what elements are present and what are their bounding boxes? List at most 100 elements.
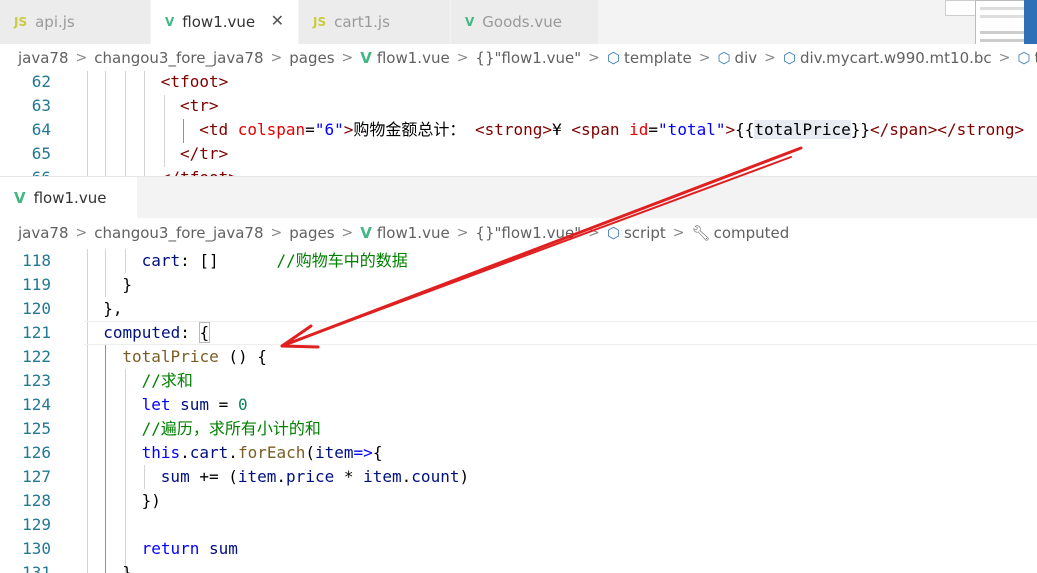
close-icon[interactable]: ✕ bbox=[271, 11, 284, 30]
cube-icon: ⬡ bbox=[717, 48, 731, 67]
chevron-right-icon: > bbox=[672, 224, 685, 241]
chevron-right-icon: > bbox=[75, 224, 88, 241]
breadcrumb-item[interactable]: flow1.vue bbox=[377, 224, 450, 242]
code-text: //遍历，求所有小计的和 bbox=[141, 419, 321, 438]
line-number: 129 bbox=[22, 515, 51, 534]
chevron-right-icon: > bbox=[456, 224, 469, 241]
code-line[interactable]: 66 </tfoot> bbox=[0, 166, 1037, 176]
breadcrumb-item[interactable]: pages bbox=[289, 224, 334, 242]
code-text: }, bbox=[103, 299, 123, 318]
line-number: 130 bbox=[22, 539, 51, 558]
line-number: 125 bbox=[22, 419, 51, 438]
code-line[interactable]: 119} bbox=[0, 273, 1037, 297]
code-line[interactable]: 121 computed: { bbox=[0, 321, 1037, 345]
braces-icon: {} bbox=[475, 223, 495, 242]
code-line[interactable]: 124 let sum = 0 bbox=[0, 393, 1037, 417]
chevron-right-icon: > bbox=[341, 49, 354, 66]
line-number: 122 bbox=[22, 347, 51, 366]
code-line[interactable]: 62 <tfoot> bbox=[0, 71, 1037, 94]
breadcrumb-item[interactable]: changou3_fore_java78 bbox=[94, 49, 263, 67]
line-number: 62 bbox=[31, 72, 51, 91]
breadcrumb-secondary: java78 > changou3_fore_java78 > pages > Vfl… bbox=[0, 219, 1037, 246]
cube-icon: ⬡ bbox=[782, 48, 796, 67]
breadcrumb-item[interactable]: pages bbox=[289, 49, 334, 67]
code-line[interactable]: 127 sum += (item.price * item.count) bbox=[0, 465, 1037, 489]
vue-file-icon: V bbox=[165, 15, 175, 29]
code-text: <tr> bbox=[180, 96, 219, 115]
chevron-right-icon: > bbox=[588, 224, 600, 241]
chevron-right-icon: > bbox=[456, 49, 469, 66]
code-line[interactable]: 125 //遍历，求所有小计的和 bbox=[0, 417, 1037, 441]
tab-goods-vue[interactable]: V Goods.vue bbox=[451, 0, 599, 44]
chevron-right-icon: > bbox=[588, 49, 600, 66]
line-number: 124 bbox=[22, 395, 51, 414]
tab-label: Goods.vue bbox=[482, 13, 562, 31]
code-text: <tfoot> bbox=[160, 72, 229, 91]
code-line[interactable]: 122 totalPrice () { bbox=[0, 345, 1037, 369]
code-line[interactable]: 64 <td colspan="6">购物金额总计： <strong>¥ <spa… bbox=[0, 118, 1037, 142]
chevron-right-icon: > bbox=[698, 49, 711, 66]
breadcrumb-item[interactable]: template bbox=[624, 49, 692, 67]
code-text: totalPrice () { bbox=[122, 347, 267, 366]
breadcrumb-item[interactable]: java78 bbox=[18, 224, 69, 242]
breadcrumb-item[interactable]: div bbox=[735, 49, 758, 67]
cube-icon: ⬡ bbox=[606, 223, 620, 242]
tab-label: cart1.js bbox=[334, 13, 390, 31]
code-editor-top[interactable]: 62 <tfoot> 63 <tr> 64 <td colspan="6">购物金额总计：… bbox=[0, 71, 1037, 176]
tab-label: flow1.vue bbox=[182, 13, 256, 31]
code-line[interactable]: 65 </tr> bbox=[0, 142, 1037, 166]
breadcrumb-item[interactable]: changou3_fore_java78 bbox=[94, 224, 263, 242]
chevron-right-icon: > bbox=[764, 49, 776, 66]
code-text: }) bbox=[141, 491, 161, 510]
code-line[interactable]: 131} bbox=[0, 561, 1037, 573]
vue-file-icon: V bbox=[465, 15, 475, 29]
code-text: } bbox=[122, 563, 133, 573]
chevron-right-icon: > bbox=[998, 49, 1011, 66]
line-number: 121 bbox=[22, 323, 51, 342]
tab-flow1-vue-secondary[interactable]: V flow1.vue bbox=[0, 177, 137, 219]
line-number: 126 bbox=[22, 443, 51, 462]
code-editor-bottom[interactable]: 118 cart: [] //购物车中的数据 119} 120}, 121 compute… bbox=[0, 249, 1037, 573]
breadcrumb-item[interactable]: flow1.vue bbox=[377, 49, 450, 67]
code-line[interactable]: 130 return sum bbox=[0, 537, 1037, 561]
tab-label: api.js bbox=[35, 13, 75, 31]
breadcrumb-item[interactable]: computed bbox=[714, 224, 790, 242]
line-number: 66 bbox=[0, 166, 51, 176]
breadcrumb-item[interactable]: java78 bbox=[18, 49, 69, 67]
code-line[interactable]: 129 bbox=[0, 513, 1037, 537]
breadcrumb-item[interactable]: "flow1.vue" bbox=[495, 49, 582, 67]
tab-api-js[interactable]: JS api.js bbox=[0, 0, 151, 44]
code-line[interactable]: 118 cart: [] //购物车中的数据 bbox=[0, 249, 1037, 273]
code-line[interactable]: 63 <tr> bbox=[0, 94, 1037, 118]
chevron-right-icon: > bbox=[75, 49, 88, 66]
breadcrumb-item[interactable]: div.mycart.w990.mt10.bc bbox=[800, 49, 992, 67]
breadcrumb-item[interactable]: script bbox=[624, 224, 666, 242]
code-text: sum += (item.price * item.count) bbox=[160, 467, 470, 486]
wrench-icon: 🔧︎ bbox=[691, 223, 711, 242]
code-text: </tr> bbox=[180, 144, 229, 163]
vue-file-icon: V bbox=[360, 223, 372, 242]
line-number: 64 bbox=[31, 120, 51, 139]
code-line[interactable]: 120}, bbox=[0, 297, 1037, 321]
code-text: //求和 bbox=[141, 371, 193, 390]
code-text: } bbox=[122, 275, 133, 294]
js-file-icon: JS bbox=[14, 15, 28, 29]
line-number: 118 bbox=[22, 251, 51, 270]
line-number: 128 bbox=[22, 491, 51, 510]
cube-icon: ⬡ bbox=[606, 48, 620, 67]
code-text: cart: [] //购物车中的数据 bbox=[141, 251, 408, 270]
code-line[interactable]: 128}) bbox=[0, 489, 1037, 513]
vue-file-icon: V bbox=[14, 189, 26, 207]
js-file-icon: JS bbox=[313, 15, 327, 29]
thumbnail-accent bbox=[1024, 0, 1037, 44]
line-number: 131 bbox=[22, 563, 51, 573]
code-line[interactable]: 123 //求和 bbox=[0, 369, 1037, 393]
code-text: computed: { bbox=[103, 322, 211, 343]
tab-flow1-vue[interactable]: V flow1.vue ✕ bbox=[151, 0, 299, 44]
tab-cart1-js[interactable]: JS cart1.js bbox=[299, 0, 451, 44]
code-text: this.cart.forEach(item=>{ bbox=[141, 443, 383, 462]
breadcrumb-item[interactable]: "flow1.vue" bbox=[495, 224, 582, 242]
line-number: 63 bbox=[31, 96, 51, 115]
code-line[interactable]: 126 this.cart.forEach(item=>{ bbox=[0, 441, 1037, 465]
line-number: 119 bbox=[22, 275, 51, 294]
